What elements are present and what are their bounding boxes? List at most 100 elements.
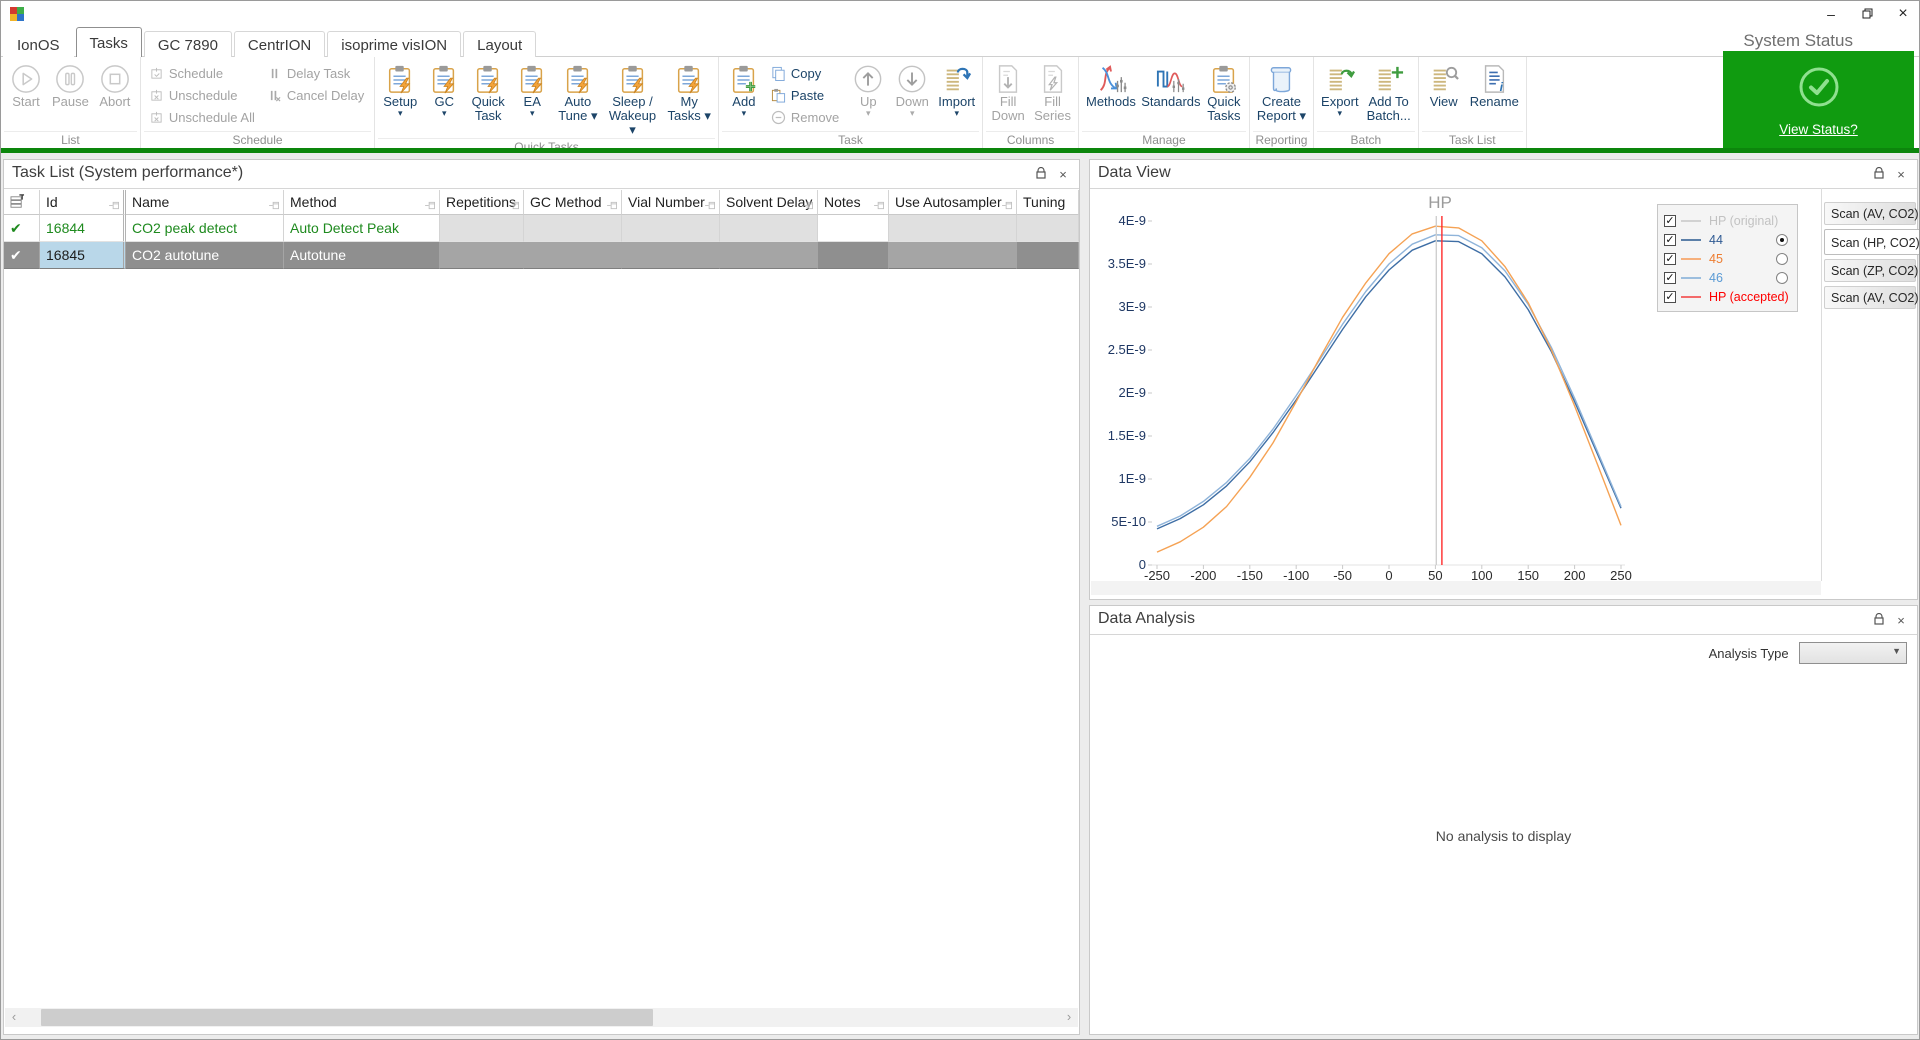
methods-button[interactable]: Methods	[1082, 59, 1140, 110]
cell-name[interactable]: CO2 peak detect	[126, 215, 284, 242]
column-pin-icon[interactable]	[874, 197, 885, 213]
column-pin-icon[interactable]	[509, 197, 520, 213]
close-icon[interactable]: ×	[1893, 167, 1909, 183]
pause-button[interactable]: Pause	[48, 59, 93, 110]
auto-button[interactable]: Auto Tune ▾	[554, 59, 601, 124]
chart-scrollbar-track[interactable]	[1091, 581, 1821, 595]
column-header-tuning[interactable]: Tuning	[1017, 190, 1079, 215]
pin-icon[interactable]	[1033, 166, 1049, 183]
tab-tasks[interactable]: Tasks	[75, 27, 142, 57]
start-button[interactable]: Start	[4, 59, 48, 110]
restore-button[interactable]	[1849, 1, 1885, 28]
column-header-use-autosampler[interactable]: Use Autosampler	[889, 190, 1017, 215]
horizontal-scrollbar[interactable]: ‹ ›	[5, 1008, 1078, 1027]
column-header-method[interactable]: Method	[284, 190, 440, 215]
legend-radio[interactable]	[1776, 271, 1788, 284]
fill-button[interactable]: Fill Series	[1030, 59, 1075, 124]
cell-repetitions[interactable]	[440, 215, 524, 242]
export-button[interactable]: Export ▾	[1317, 59, 1363, 118]
column-pin-icon[interactable]	[607, 197, 618, 213]
cell-method[interactable]: Auto Detect Peak	[284, 215, 440, 242]
legend-checkbox[interactable]: ✓	[1664, 271, 1676, 284]
rename-button[interactable]: i Rename	[1466, 59, 1523, 110]
pin-icon[interactable]	[1871, 166, 1887, 183]
cell-gc-method[interactable]	[524, 215, 622, 242]
quick-button[interactable]: Quick Tasks	[1202, 59, 1246, 124]
column-pin-icon[interactable]	[109, 197, 120, 213]
ea-button[interactable]: EA ▾	[510, 59, 554, 118]
tab-layout[interactable]: Layout	[463, 31, 537, 59]
create-button[interactable]: Create Report ▾	[1253, 59, 1310, 124]
column-header-vial-number[interactable]: Vial Number	[622, 190, 720, 215]
scan-button-1[interactable]: Scan (AV, CO2)	[1824, 202, 1919, 225]
cell-vial-number[interactable]	[622, 242, 720, 269]
copy-button[interactable]: Copy	[766, 62, 846, 84]
tab-gc-7890[interactable]: GC 7890	[143, 31, 232, 59]
remove-button[interactable]: Remove	[766, 106, 846, 128]
column-header-notes[interactable]: Notes	[818, 190, 889, 215]
column-pin-icon[interactable]	[803, 197, 814, 213]
import-button[interactable]: Import ▾	[934, 59, 979, 118]
cell-vial-number[interactable]	[622, 215, 720, 242]
add-to-button[interactable]: Add To Batch...	[1363, 59, 1415, 124]
legend-checkbox[interactable]: ✓	[1664, 214, 1676, 227]
column-pin-icon[interactable]	[425, 197, 436, 213]
column-pin-icon[interactable]	[705, 197, 716, 213]
cell-notes[interactable]	[818, 215, 889, 242]
table-row[interactable]: ✔ 16845 CO2 autotune Autotune	[4, 242, 1079, 269]
row-select-cell[interactable]: ✔	[4, 215, 40, 242]
view-button[interactable]: View	[1422, 59, 1466, 110]
column-header-id[interactable]: Id	[40, 190, 126, 215]
column-header-row-select[interactable]	[4, 190, 40, 215]
scroll-right-arrow[interactable]: ›	[1060, 1008, 1078, 1027]
cell-id[interactable]: 16844	[40, 215, 126, 242]
scrollbar-thumb[interactable]	[41, 1009, 653, 1026]
cell-solvent-delay[interactable]	[720, 242, 818, 269]
schedule-button[interactable]: Schedule	[144, 62, 262, 84]
cell-name[interactable]: CO2 autotune	[126, 242, 284, 269]
system-status-panel[interactable]: View Status?	[1723, 51, 1914, 148]
scan-button-3[interactable]: Scan (ZP, CO2)	[1824, 259, 1918, 282]
down-button[interactable]: Down ▾	[890, 59, 934, 118]
gc-button[interactable]: GC ▾	[422, 59, 466, 118]
tab-centrion[interactable]: CentrION	[233, 31, 326, 59]
unschedule-button[interactable]: Unschedule	[144, 84, 262, 106]
table-row[interactable]: ✔ 16844 CO2 peak detect Auto Detect Peak	[4, 215, 1079, 242]
column-header-name[interactable]: Name	[126, 190, 284, 215]
cancel-delay-button[interactable]: Cancel Delay	[262, 84, 371, 106]
cell-method[interactable]: Autotune	[284, 242, 440, 269]
tab-ionos[interactable]: IonOS	[3, 31, 74, 59]
column-header-solvent-delay[interactable]: Solvent Delay	[720, 190, 818, 215]
cell-solvent-delay[interactable]	[720, 215, 818, 242]
cell-tuning[interactable]	[1017, 215, 1079, 242]
cell-repetitions[interactable]	[440, 242, 524, 269]
quick-button[interactable]: Quick Task	[466, 59, 510, 124]
paste-button[interactable]: Paste	[766, 84, 846, 106]
cell-id[interactable]: 16845	[40, 242, 126, 269]
legend-radio[interactable]	[1776, 252, 1788, 265]
tab-isoprime-vision[interactable]: isoprime visION	[327, 31, 462, 59]
unschedule-all-button[interactable]: Unschedule All	[144, 106, 262, 128]
column-pin-icon[interactable]	[269, 197, 280, 213]
legend-checkbox[interactable]: ✓	[1664, 252, 1676, 265]
legend-checkbox[interactable]: ✓	[1664, 290, 1676, 303]
analysis-type-select[interactable]: ▼	[1799, 642, 1907, 664]
up-button[interactable]: Up ▾	[846, 59, 890, 118]
row-select-cell[interactable]: ✔	[4, 242, 40, 269]
column-pin-icon[interactable]	[1002, 197, 1013, 213]
sleep--button[interactable]: Sleep / Wakeup ▾	[602, 59, 664, 138]
scan-button-2[interactable]: Scan (HP, CO2)	[1824, 229, 1919, 255]
column-header-repetitions[interactable]: Repetitions	[440, 190, 524, 215]
standards-button[interactable]: Standards	[1140, 59, 1202, 110]
setup-button[interactable]: Setup ▾	[378, 59, 422, 118]
abort-button[interactable]: Abort	[93, 59, 137, 110]
cell-gc-method[interactable]	[524, 242, 622, 269]
my-button[interactable]: My Tasks ▾	[664, 59, 715, 124]
close-icon[interactable]: ×	[1893, 613, 1909, 629]
close-icon[interactable]: ×	[1055, 167, 1071, 183]
delay-task-button[interactable]: Delay Task	[262, 62, 371, 84]
scroll-left-arrow[interactable]: ‹	[5, 1008, 23, 1027]
column-header-gc-method[interactable]: GC Method	[524, 190, 622, 215]
add-button[interactable]: Add ▾	[722, 59, 766, 118]
scan-button-4[interactable]: Scan (AV, CO2)	[1824, 286, 1919, 309]
